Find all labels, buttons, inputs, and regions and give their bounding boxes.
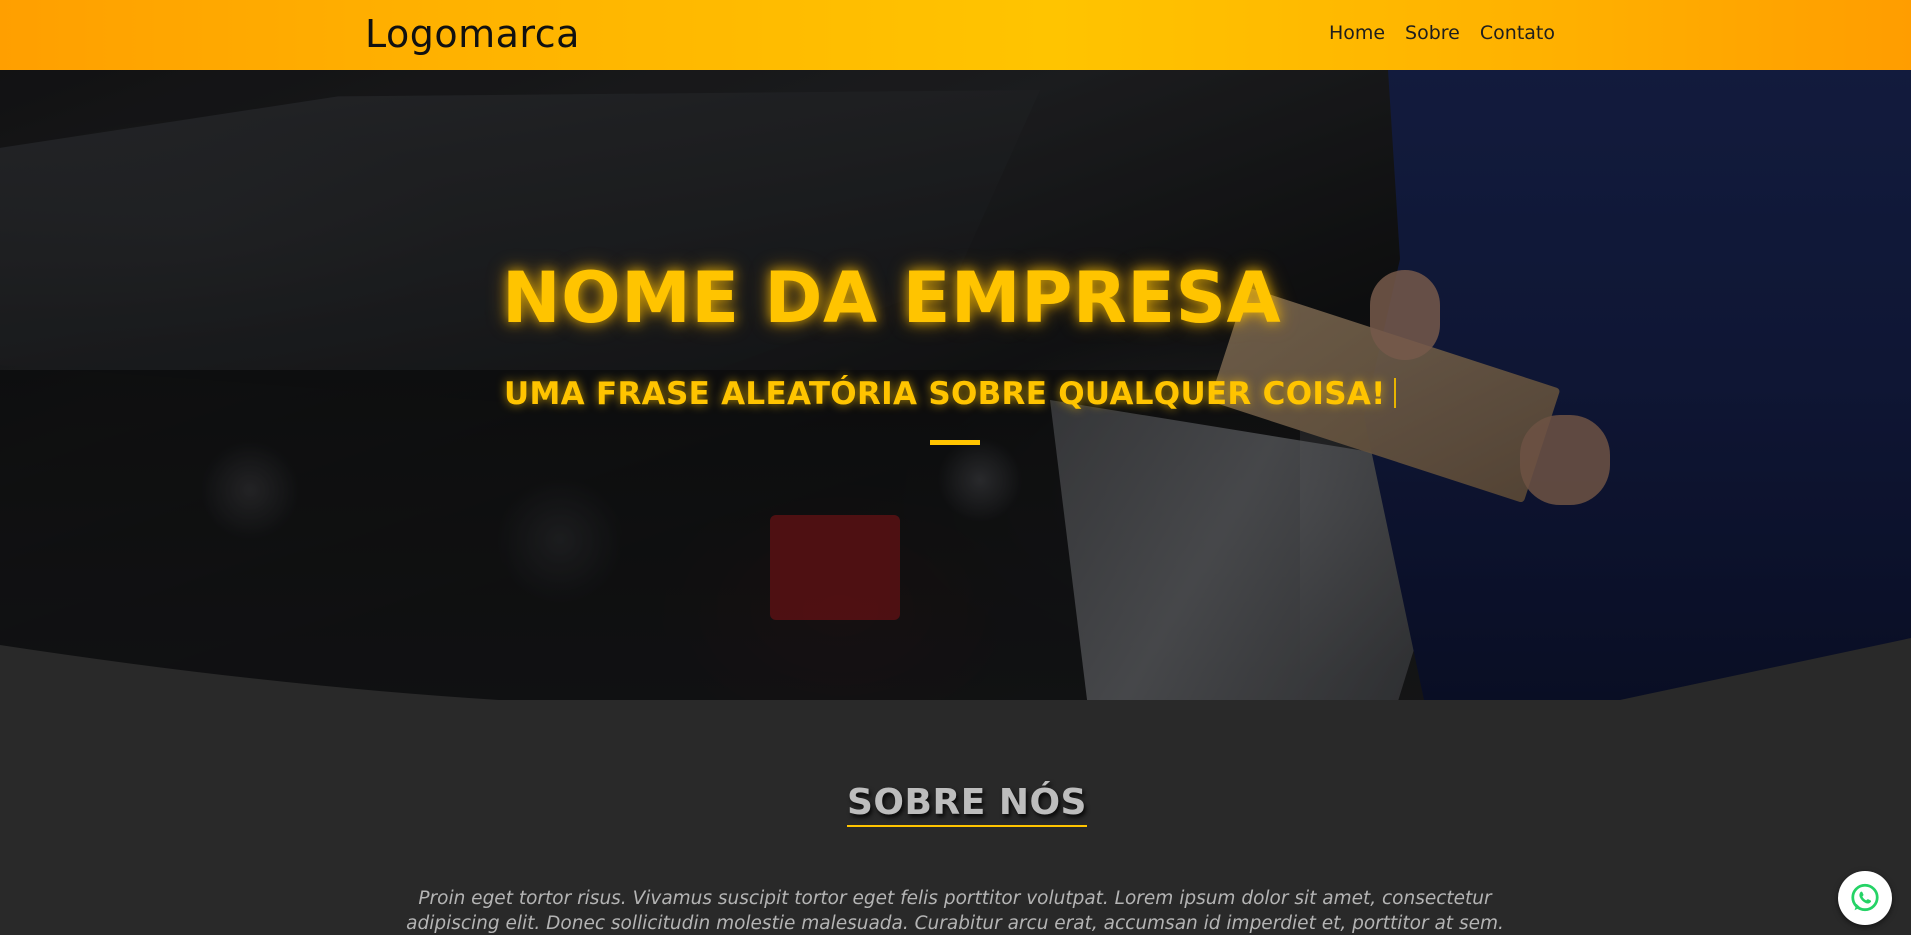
nav-link-contato[interactable]: Contato (1480, 22, 1555, 44)
hero-section: NOME DA EMPRESA UMA FRASE ALEATÓRIA SOBR… (0, 70, 1911, 700)
about-text: Proin eget tortor risus. Vivamus suscipi… (406, 888, 1504, 934)
nav-menu: Home Sobre Contato (1329, 22, 1555, 44)
hero-subtitle-text: UMA FRASE ALEATÓRIA SOBRE QUALQUER COISA… (504, 376, 1386, 412)
nav-link-home[interactable]: Home (1329, 22, 1385, 44)
nav-link-sobre[interactable]: Sobre (1405, 22, 1460, 44)
hero-divider (930, 440, 980, 445)
whatsapp-button[interactable] (1838, 871, 1892, 925)
about-title: SOBRE NÓS (847, 782, 1087, 827)
navbar: Logomarca Home Sobre Contato (0, 0, 1911, 70)
logo[interactable]: Logomarca (365, 12, 580, 56)
hero-subtitle: UMA FRASE ALEATÓRIA SOBRE QUALQUER COISA… (504, 376, 1396, 412)
typing-cursor (1393, 378, 1396, 408)
hero-bottom-curve (0, 638, 1911, 700)
whatsapp-icon (1851, 883, 1879, 912)
hero-title: NOME DA EMPRESA (502, 257, 1282, 339)
